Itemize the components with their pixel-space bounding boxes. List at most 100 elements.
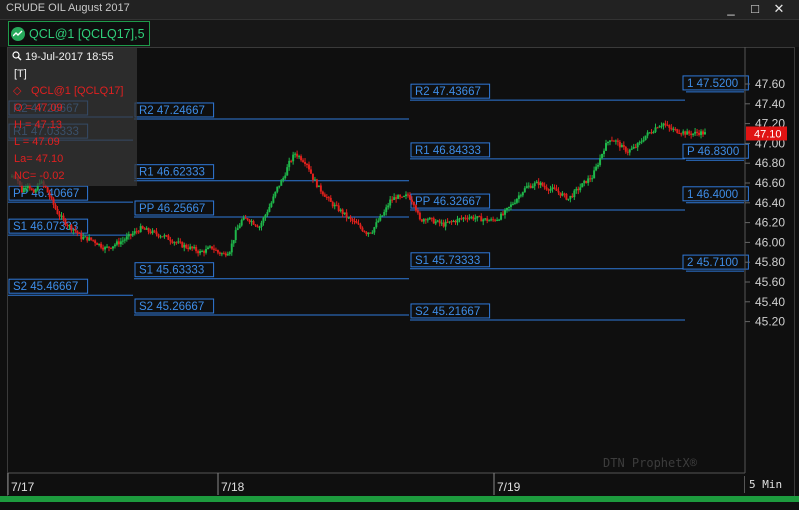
candle-body bbox=[446, 221, 449, 223]
candle-body bbox=[361, 227, 364, 231]
candle-body bbox=[24, 187, 27, 189]
y-tick-label: 46.60 bbox=[755, 176, 785, 190]
candle-body bbox=[416, 210, 419, 213]
candle-body bbox=[450, 221, 453, 223]
pivot-label: S2 45.21667 bbox=[415, 306, 480, 318]
candle-body bbox=[109, 247, 112, 249]
info-open: O = 47.09 bbox=[14, 102, 63, 114]
candle-body bbox=[620, 144, 623, 148]
candle-body bbox=[123, 239, 126, 241]
pivot-label: PP 46.25667 bbox=[139, 203, 205, 215]
pivot-label: R1 46.62333 bbox=[139, 167, 205, 179]
candle-body bbox=[694, 131, 697, 134]
candle-body bbox=[22, 187, 25, 193]
candle-body bbox=[270, 202, 273, 207]
candle-body bbox=[618, 141, 621, 148]
candle-body bbox=[197, 251, 200, 254]
candle-body bbox=[317, 185, 320, 188]
candle-body bbox=[414, 205, 417, 211]
y-tick-label: 46.00 bbox=[755, 235, 785, 249]
candle-body bbox=[686, 131, 689, 135]
candle-body bbox=[442, 222, 445, 227]
candle-body bbox=[216, 250, 219, 253]
candle-body bbox=[646, 132, 649, 136]
candle-body bbox=[438, 220, 441, 224]
candle-body bbox=[125, 236, 128, 240]
candle-body bbox=[117, 241, 120, 245]
candle-body bbox=[603, 150, 606, 154]
candle-body bbox=[426, 219, 429, 221]
candle-body bbox=[460, 218, 463, 220]
candle-body bbox=[680, 133, 683, 135]
candle-body bbox=[383, 212, 386, 216]
y-tick-label: 46.20 bbox=[755, 216, 785, 230]
candle-body bbox=[292, 154, 295, 162]
candle-body bbox=[359, 224, 362, 228]
candle-body bbox=[660, 125, 663, 127]
candle-body bbox=[74, 229, 77, 231]
candle-body bbox=[486, 218, 489, 222]
candle-body bbox=[179, 241, 182, 243]
candle-body bbox=[72, 229, 75, 231]
info-tag: [T] bbox=[14, 68, 27, 80]
candle-body bbox=[187, 247, 190, 250]
candle-body bbox=[624, 146, 627, 152]
candle-body bbox=[68, 225, 71, 227]
candle-body bbox=[298, 156, 301, 158]
candle-body bbox=[464, 217, 467, 219]
candle-body bbox=[161, 236, 164, 238]
y-tick-label: 47.40 bbox=[755, 97, 785, 111]
candle-body bbox=[220, 253, 223, 255]
info-low: L = 47.09 bbox=[14, 136, 60, 148]
candle-body bbox=[573, 190, 576, 198]
candle-body bbox=[626, 151, 629, 153]
candle-body bbox=[670, 127, 673, 130]
interval-label[interactable]: 5 Min bbox=[744, 476, 793, 493]
candle-body bbox=[163, 235, 166, 237]
candle-body bbox=[98, 243, 101, 245]
candle-body bbox=[537, 181, 540, 185]
candle-body bbox=[80, 233, 83, 240]
candle-body bbox=[484, 218, 487, 220]
candle-body bbox=[104, 247, 107, 250]
candle-body bbox=[357, 223, 360, 225]
candle-body bbox=[177, 241, 180, 243]
candle-body bbox=[595, 166, 598, 171]
candle-body bbox=[561, 193, 564, 196]
candle-body bbox=[610, 140, 613, 142]
candle-body bbox=[565, 193, 568, 200]
candle-body bbox=[214, 249, 217, 251]
candle-body bbox=[143, 228, 146, 230]
candle-body bbox=[260, 222, 263, 227]
candle-body bbox=[82, 236, 85, 240]
candle-body bbox=[54, 204, 57, 209]
candle-body bbox=[121, 240, 124, 242]
candle-body bbox=[60, 215, 63, 217]
y-tick-label: 47.60 bbox=[755, 77, 785, 91]
candle-body bbox=[155, 231, 158, 235]
candle-body bbox=[32, 190, 35, 193]
candle-body bbox=[228, 252, 231, 255]
candle-body bbox=[363, 230, 366, 233]
candle-body bbox=[527, 185, 530, 187]
candle-body bbox=[406, 194, 409, 196]
candle-body bbox=[424, 219, 427, 221]
candle-body bbox=[58, 214, 61, 217]
candle-body bbox=[34, 190, 37, 193]
magnifier-icon[interactable] bbox=[12, 51, 22, 64]
candle-body bbox=[169, 239, 172, 242]
status-bar bbox=[0, 496, 799, 502]
candle-body bbox=[307, 164, 310, 170]
candle-body bbox=[517, 195, 520, 199]
candle-body bbox=[684, 131, 687, 135]
info-last: La= 47.10 bbox=[14, 153, 64, 165]
candle-body bbox=[302, 160, 305, 162]
candle-body bbox=[262, 217, 265, 223]
candle-body bbox=[440, 222, 443, 224]
candle-body bbox=[664, 123, 667, 125]
candle-body bbox=[640, 141, 643, 143]
candle-body bbox=[266, 211, 269, 215]
candle-body bbox=[64, 219, 67, 225]
candle-body bbox=[78, 232, 81, 234]
candle-body bbox=[391, 199, 394, 201]
